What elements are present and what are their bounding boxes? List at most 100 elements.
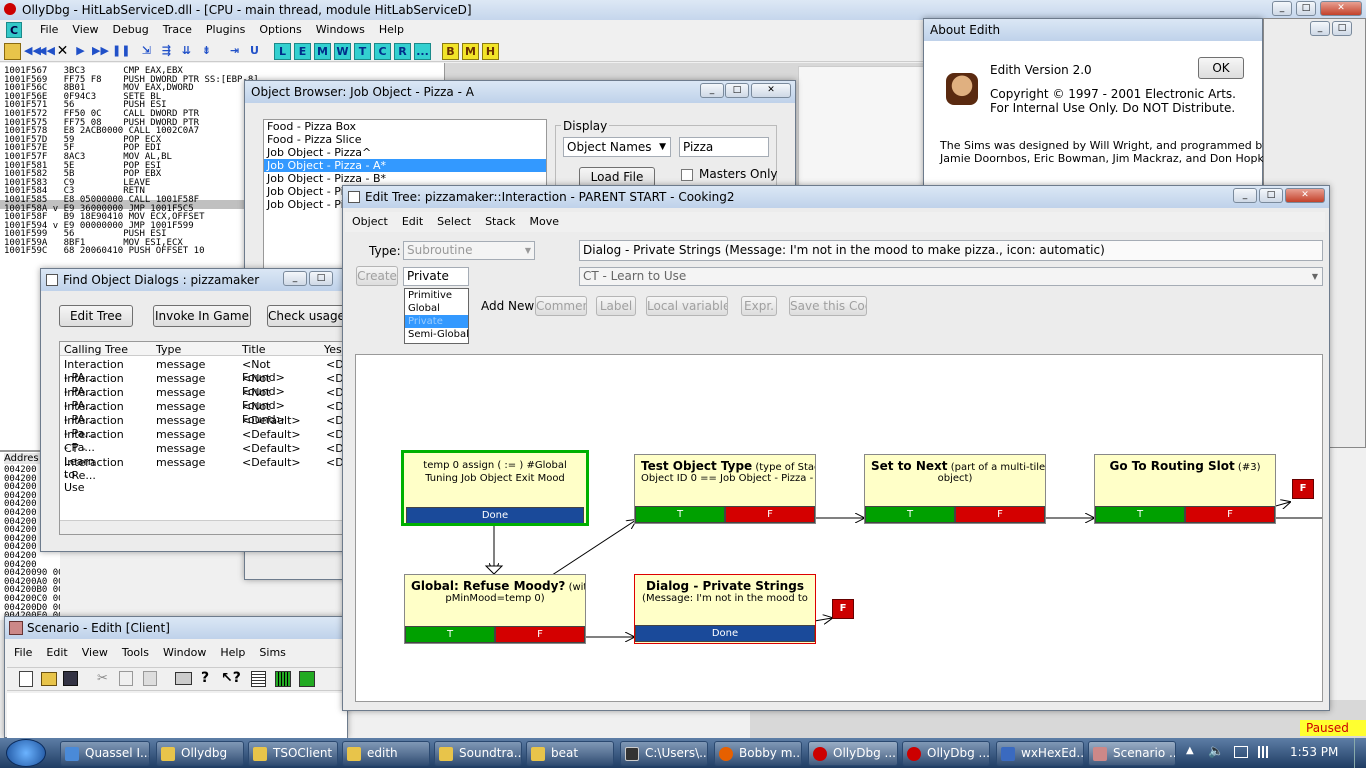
menu-plugins[interactable]: Plugins [199,23,252,36]
copy-icon[interactable] [119,671,133,686]
scenario-menu-edit[interactable]: Edit [39,646,74,659]
tool-r-button[interactable]: R [394,43,411,60]
edith-maximize-button[interactable]: □ [1332,21,1352,36]
scope-option-global[interactable]: Global [405,302,468,315]
type-select[interactable]: Subroutine ▼ [403,241,535,260]
menu-options[interactable]: Options [252,23,308,36]
taskbar-item[interactable]: TSOClient [248,741,338,766]
find-minimize-button[interactable]: _ [283,271,307,286]
scenario-menu-file[interactable]: File [7,646,39,659]
taskbar-item[interactable]: Ollydbg [156,741,244,766]
search-input[interactable]: Pizza [679,137,769,157]
node-false-button[interactable]: F [495,626,585,643]
header-title[interactable]: Title [242,343,266,356]
step-over-icon[interactable]: ⇶ [158,43,175,60]
help-icon[interactable]: ? [201,670,209,686]
tool-e-button[interactable]: E [294,43,311,60]
node-true-button[interactable]: T [865,506,955,523]
ct-select[interactable]: CT - Learn to Use ▼ [579,267,1323,286]
scope-select[interactable]: Private [403,267,469,286]
taskbar-item[interactable]: OllyDbg ... [808,741,898,766]
taskbar-item[interactable]: Scenario ... [1088,741,1176,766]
trace-into-icon[interactable]: ⇊ [178,43,195,60]
tree-node-refuse-moody[interactable]: Global: Refuse Moody? (with pMinMood=tem… [404,574,586,644]
tool-m-button[interactable]: M [314,43,331,60]
objbrowser-minimize-button[interactable]: _ [700,83,724,98]
invoke-in-game-button[interactable]: Invoke In Game [153,305,251,327]
scope-dropdown[interactable]: Primitive Global Private Semi-Global [404,288,469,344]
show-hidden-icons[interactable]: ▲ [1186,745,1194,756]
object-list-item[interactable]: Food - Pizza Box [264,120,546,133]
masters-only-checkbox[interactable] [681,169,693,181]
volume-icon[interactable]: 🔈 [1208,744,1224,759]
print-icon[interactable] [175,672,192,685]
header-yes[interactable]: Yes [324,343,342,356]
menu-file[interactable]: File [33,23,65,36]
add-label-button[interactable]: Label [596,296,636,316]
cut-icon[interactable]: ✂ [97,671,108,686]
paste-icon[interactable] [143,671,157,686]
menu-trace[interactable]: Trace [156,23,199,36]
taskbar-item[interactable]: edith [342,741,430,766]
clock[interactable]: 1:53 PM [1290,745,1338,759]
grid-view-icon[interactable] [275,671,291,687]
node-false-button[interactable]: F [725,506,815,523]
about-ok-button[interactable]: OK [1198,57,1244,79]
node-true-button[interactable]: T [635,506,725,523]
node-true-button[interactable]: T [405,626,495,643]
save-this-code-button[interactable]: Save this Code [789,296,867,316]
false-return-box[interactable]: F [1292,479,1314,499]
tool-t-button[interactable]: T [354,43,371,60]
open-icon[interactable] [4,43,21,60]
tool-c-button[interactable]: C [374,43,391,60]
taskbar-item[interactable]: beat [526,741,614,766]
tool-m2-button[interactable]: M [462,43,479,60]
action-center-icon[interactable] [1234,746,1248,758]
edit-tree-button[interactable]: Edit Tree [59,305,133,327]
edittree-minimize-button[interactable]: _ [1233,188,1257,203]
tool-more-button[interactable]: ... [414,43,431,60]
step-into-icon[interactable]: ⇲ [138,43,155,60]
run-icon[interactable]: ▶ [72,43,89,60]
display-select[interactable]: Object Names ▼ [563,137,671,157]
et-menu-select[interactable]: Select [430,215,478,228]
olly-maximize-button[interactable]: □ [1296,1,1316,16]
open-folder-icon[interactable] [41,672,57,686]
description-field[interactable]: Dialog - Private Strings (Message: I'm n… [579,240,1323,261]
scenario-menu-view[interactable]: View [75,646,115,659]
tool-b-button[interactable]: B [442,43,459,60]
menu-windows[interactable]: Windows [309,23,372,36]
taskbar-item[interactable]: wxHexEd... [996,741,1084,766]
context-help-icon[interactable]: ↖? [221,670,241,686]
header-calling-tree[interactable]: Calling Tree [64,343,128,356]
tree-node-test-object-type[interactable]: Test Object Type (type of Stack Object I… [634,454,816,524]
step-run-icon[interactable]: ▶▶ [92,43,109,60]
object-list-item[interactable]: Job Object - Pizza^ [264,146,546,159]
edith-minimize-button[interactable]: _ [1310,21,1330,36]
node-done-button[interactable]: Done [635,625,815,642]
objbrowser-close-button[interactable]: ✕ [751,83,791,98]
back-icon[interactable]: ◀◀ [38,43,55,60]
tool-w-button[interactable]: W [334,43,351,60]
edittree-close-button[interactable]: ✕ [1285,188,1325,203]
tree-node-set-to-next[interactable]: Set to Next (part of a multi-tile object… [864,454,1046,524]
node-false-button[interactable]: F [1185,506,1275,523]
scenario-menu-window[interactable]: Window [156,646,213,659]
list-view-icon[interactable] [251,671,266,687]
menu-help[interactable]: Help [372,23,411,36]
scope-option-primitive[interactable]: Primitive [405,289,468,302]
scenario-menu-help[interactable]: Help [213,646,252,659]
scope-option-private[interactable]: Private [405,315,468,328]
et-menu-object[interactable]: Object [345,215,395,228]
et-menu-edit[interactable]: Edit [395,215,430,228]
show-desktop-button[interactable] [1354,738,1366,768]
taskbar-item[interactable]: Quassel I... [60,741,150,766]
find-maximize-button[interactable]: □ [309,271,333,286]
tool-h-button[interactable]: H [482,43,499,60]
false-return-box[interactable]: F [832,599,854,619]
execute-till-return-icon[interactable]: ⇥ [226,43,243,60]
olly-close-button[interactable]: ✕ [1320,1,1362,16]
trace-over-icon[interactable]: ⇟ [198,43,215,60]
object-list-item[interactable]: Job Object - Pizza - B* [264,172,546,185]
node-false-button[interactable]: F [955,506,1045,523]
